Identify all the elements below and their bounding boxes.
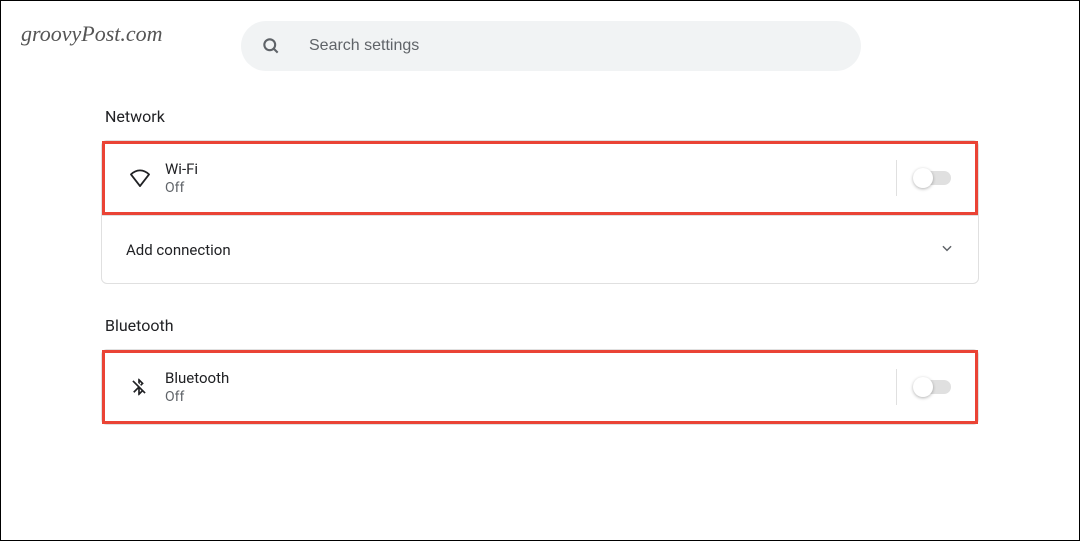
- bluetooth-status: Off: [165, 389, 896, 405]
- toggle-knob: [913, 377, 933, 397]
- add-connection-row[interactable]: Add connection: [102, 215, 978, 283]
- network-card: Wi-Fi Off Add connection: [101, 140, 979, 284]
- bluetooth-card: Bluetooth Off: [101, 349, 979, 425]
- bluetooth-label: Bluetooth: [165, 369, 896, 387]
- wifi-row[interactable]: Wi-Fi Off: [102, 141, 978, 215]
- divider: [896, 369, 897, 405]
- wifi-toggle[interactable]: [915, 171, 951, 185]
- divider: [896, 160, 897, 196]
- bluetooth-row[interactable]: Bluetooth Off: [102, 350, 978, 424]
- wifi-label: Wi-Fi: [165, 160, 896, 178]
- bluetooth-text: Bluetooth Off: [165, 369, 896, 405]
- wifi-text: Wi-Fi Off: [165, 160, 896, 196]
- add-connection-label: Add connection: [126, 241, 231, 259]
- bluetooth-toggle[interactable]: [915, 380, 951, 394]
- wifi-icon: [129, 169, 165, 187]
- settings-container: Network Wi-Fi Off Add connection: [1, 1, 1079, 477]
- wifi-status: Off: [165, 180, 896, 196]
- search-input[interactable]: [309, 37, 841, 55]
- section-title-network: Network: [105, 107, 979, 126]
- search-icon: [261, 36, 281, 56]
- toggle-knob: [913, 168, 933, 188]
- chevron-down-icon: [940, 240, 954, 259]
- section-title-bluetooth: Bluetooth: [105, 316, 979, 335]
- bluetooth-off-icon: [129, 376, 165, 398]
- watermark-text: groovyPost.com: [21, 21, 163, 47]
- search-bar[interactable]: [241, 21, 861, 71]
